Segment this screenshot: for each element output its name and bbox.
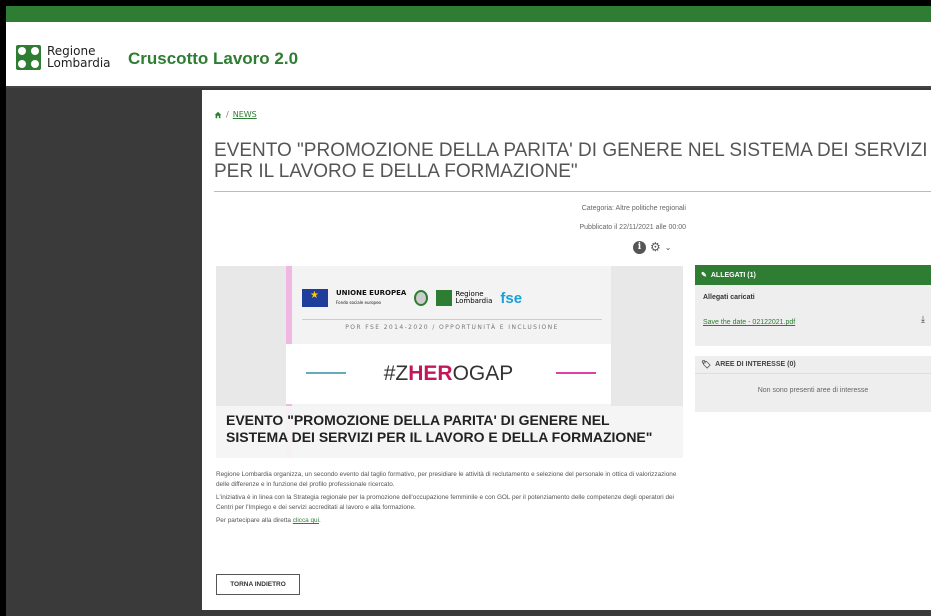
article-tools: i ⚙ ⌄ [633,240,671,254]
top-bar [6,6,931,22]
eu-sub-text: Fondo sociale europeo [336,300,381,305]
app-title[interactable]: Cruscotto Lavoro 2.0 [128,49,298,69]
paragraph-3-text: Per partecipare alla diretta [216,517,293,524]
interests-header: 🏷 AREE DI INTERESSE (0) [695,356,931,374]
hero-caption: EVENTO "PROMOZIONE DELLA PARITA' DI GENE… [216,406,683,458]
tag-icon: 🏷 [701,360,712,369]
logo-text: Regione Lombardia [47,45,111,69]
eu-flag-icon [302,289,328,307]
article-category: Categoria: Altre politiche regionali [581,205,686,212]
app-window: Regione Lombardia Cruscotto Lavoro 2.0 /… [6,6,931,616]
hero-hashtag: #ZHEROGAP [286,344,611,404]
back-button[interactable]: TORNA INDIETRO [216,574,300,595]
fse-logo: fse [500,289,523,307]
regione-lombardia-logo[interactable]: Regione Lombardia [16,43,126,71]
site-header: Regione Lombardia Cruscotto Lavoro 2.0 [6,22,931,88]
title-divider [214,191,931,192]
interests-empty-text: Non sono presenti aree di interesse [757,387,869,394]
download-icon[interactable]: ⤓ [921,315,925,325]
hero-rl-logo: Regione Lombardia [436,290,492,306]
hashtag-highlight: HER [408,362,453,385]
live-link[interactable]: clicca qui [293,517,319,524]
hero-decor-line-left [306,372,346,374]
attachments-header: ✎ ALLEGATI (1) [695,265,931,285]
main-content: / NEWS EVENTO "PROMOZIONE DELLA PARITA' … [202,90,931,610]
rl-logo-mark [436,290,453,306]
paperclip-icon: ✎ [701,272,707,279]
article-published-date: Pubblicato il 22/11/2021 alle 00:00 [579,224,686,231]
logo-mark [16,44,41,70]
interests-header-label: AREE DI INTERESSE (0) [715,361,796,368]
breadcrumb-news-link[interactable]: NEWS [233,110,257,119]
home-icon[interactable] [214,111,222,119]
chevron-down-icon[interactable]: ⌄ [665,243,672,252]
hashtag-post: OGAP [452,362,514,385]
article-body: Regione Lombardia organizza, un secondo … [216,470,686,529]
info-icon[interactable]: i [633,240,646,254]
gear-icon[interactable]: ⚙ [650,240,661,254]
eu-label: UNIONE EUROPEA Fondo sociale europeo [336,289,406,307]
breadcrumb: / NEWS [214,110,257,119]
eu-label-text: UNIONE EUROPEA [336,289,407,297]
hero-decor-line-right [556,372,596,374]
logo-text-line2: Lombardia [47,56,111,70]
interests-panel: 🏷 AREE DI INTERESSE (0) Non sono present… [695,356,931,412]
hero-tagline: POR FSE 2014-2020 / OPPORTUNITÀ E INCLUS… [302,319,602,331]
attachments-subtitle: Allegati caricati [703,294,755,301]
hero-image: UNIONE EUROPEA Fondo sociale europeo Reg… [216,266,683,458]
page-title: EVENTO "PROMOZIONE DELLA PARITA' DI GENE… [214,140,928,182]
sidebar [6,90,202,616]
attachments-header-label: ALLEGATI (1) [710,271,756,279]
rl-label-2: Lombardia [455,297,493,305]
italy-emblem-icon [414,290,429,306]
article-paragraph-2: L'iniziativa è in linea con la Strategia… [216,494,674,511]
attachment-file-link[interactable]: Save the date - 02122021.pdf [703,319,795,326]
hero-logos: UNIONE EUROPEA Fondo sociale europeo Reg… [302,284,602,312]
attachments-panel: ✎ ALLEGATI (1) Allegati caricati Save th… [695,265,931,346]
hashtag-pre: #Z [383,362,409,385]
breadcrumb-separator: / [226,110,229,119]
article-paragraph-3: Per partecipare alla diretta clicca qui. [216,516,686,526]
article-paragraph-1: Regione Lombardia organizza, un secondo … [216,471,677,488]
paragraph-3-end: . [319,517,321,524]
